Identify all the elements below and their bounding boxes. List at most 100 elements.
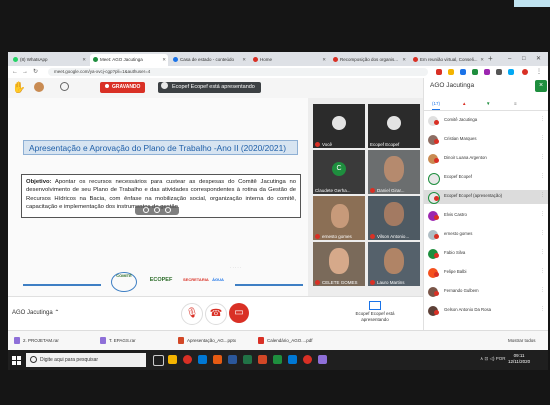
app-icon[interactable] [273, 355, 282, 364]
tab-download[interactable]: ▼ [486, 99, 490, 109]
show-all-downloads[interactable]: Mostrar todos [508, 335, 536, 347]
more-icon[interactable]: ⋮ [540, 287, 545, 293]
more-icon[interactable]: ⋮ [540, 154, 545, 160]
mic-off-icon [370, 234, 375, 239]
prev-icon[interactable] [143, 207, 149, 213]
tab-recomposicao[interactable]: Recomposição dos organis... ✕ [330, 54, 408, 66]
tab-participants[interactable]: (17) [432, 99, 441, 110]
maximize-icon[interactable]: □ [522, 54, 526, 64]
list-item[interactable]: Ecopef Ecopef ⋮ [424, 171, 548, 185]
more-icon[interactable]: ⋮ [540, 306, 545, 312]
more-icon[interactable]: ⋮ [540, 192, 545, 198]
info-icon[interactable] [60, 82, 69, 91]
close-icon[interactable]: ✕ [82, 54, 86, 66]
file-explorer-icon[interactable] [168, 355, 177, 364]
list-item[interactable]: Comitê Jacutinga ⋮ [424, 114, 548, 128]
download-item[interactable]: Apresentação_AG...pptx [178, 335, 236, 347]
app-icon[interactable] [318, 355, 327, 364]
close-window-icon[interactable]: ✕ [536, 54, 541, 64]
app-icon[interactable] [288, 355, 297, 364]
powerpoint-icon[interactable] [258, 355, 267, 364]
edge-icon[interactable] [198, 355, 207, 364]
more-icon[interactable]: ⋮ [540, 211, 545, 217]
slide-controls[interactable] [135, 206, 179, 215]
list-item[interactable]: Dinoir Luana Argenton ⋮ [424, 152, 548, 166]
menu-icon[interactable]: ⋮ [536, 67, 542, 77]
video-tile-ecopef[interactable]: Ecopef Ecopef [368, 104, 420, 148]
mic-off-icon [434, 253, 439, 258]
word-icon[interactable] [228, 355, 237, 364]
video-tile-you[interactable]: Você [313, 104, 365, 148]
extension-icon[interactable] [460, 69, 466, 75]
list-item[interactable]: Fernando Gulbem ⋮ [424, 285, 548, 299]
list-item[interactable]: Cristian Marques ⋮ [424, 133, 548, 147]
list-item[interactable]: Felipe Balbi ⋮ [424, 266, 548, 280]
list-item[interactable]: Gelson Antonio Da Rosa ⋮ [424, 304, 548, 318]
extension-icon[interactable] [508, 69, 514, 75]
tab-chat[interactable]: ≡ [514, 99, 517, 109]
taskbar-search[interactable]: Digite aqui para pesquisar [26, 353, 146, 367]
more-icon[interactable]: ⋮ [540, 268, 545, 274]
download-item[interactable]: T. EPAGS.rar [100, 335, 136, 347]
meeting-name[interactable]: AGO Jacutinga ⌃ [12, 309, 59, 316]
list-item[interactable]: Fabio Silva ⋮ [424, 247, 548, 261]
new-tab-button[interactable]: + [488, 54, 493, 64]
close-icon[interactable]: ✕ [322, 54, 326, 66]
mic-button[interactable]: 🎙 [181, 303, 203, 325]
forward-icon[interactable]: → [22, 67, 28, 77]
more-icon[interactable]: ⋮ [540, 135, 545, 141]
url-field[interactable]: meet.google.com/ya-xvcj-cgp?pli=1&authus… [48, 68, 428, 76]
tab-casa-estado[interactable]: Casa de estado - conteúdo ✕ [170, 54, 248, 66]
more-icon[interactable]: ⋮ [540, 173, 545, 179]
presented-slide: Apresentação e Aprovação do Plano de Tra… [8, 98, 308, 296]
firefox-icon[interactable] [213, 355, 222, 364]
video-tile-celete[interactable]: CELETE GOMES [313, 242, 365, 286]
reload-icon[interactable]: ↻ [33, 67, 38, 77]
more-icon[interactable]: ⋮ [540, 249, 545, 255]
extension-icon[interactable] [448, 69, 454, 75]
tab-whatsapp[interactable]: (8) WhatsApp ✕ [10, 54, 88, 66]
extension-icon[interactable] [496, 69, 502, 75]
video-tile-ernesto[interactable]: ernesto gomes [313, 196, 365, 240]
camera-button[interactable]: ▭ [229, 303, 249, 323]
close-icon[interactable]: ✕ [402, 54, 406, 66]
download-item[interactable]: 2. PROJETAM.rar [14, 335, 59, 347]
chrome-icon[interactable] [183, 355, 192, 364]
app-icon[interactable] [303, 355, 312, 364]
close-panel-button[interactable]: × [535, 80, 547, 92]
minimize-icon[interactable]: – [508, 54, 511, 64]
video-tile-daniel[interactable]: Daniel Girar... [368, 150, 420, 194]
close-icon[interactable]: ✕ [480, 54, 484, 66]
extension-icon[interactable] [472, 69, 478, 75]
tab-reuniao[interactable]: Em reunião virtual, Conseli... ✕ [410, 54, 486, 66]
system-tray[interactable]: ∧ ⊡ ◁) POR [480, 356, 506, 362]
extension-icon[interactable] [436, 69, 442, 75]
video-tile-claudete[interactable]: C Claudete Gerha... [313, 150, 365, 194]
windows-start-icon[interactable] [12, 356, 21, 365]
tab-meet[interactable]: Meet: AGO Jacutinga ✕ [90, 54, 168, 66]
profile-avatar[interactable] [522, 69, 528, 75]
list-item[interactable]: ernesto gomes ⋮ [424, 228, 548, 242]
mic-off-icon [434, 120, 439, 125]
video-tile-lauro[interactable]: Lauro Martins [368, 242, 420, 286]
extension-icon[interactable] [484, 69, 490, 75]
more-icon[interactable]: ⋮ [540, 116, 545, 122]
video-tile-vilson[interactable]: Vilson Antonio... [368, 196, 420, 240]
close-icon[interactable]: ✕ [242, 54, 246, 66]
next-icon[interactable] [165, 207, 171, 213]
more-icon[interactable]: ⋮ [540, 230, 545, 236]
leave-call-button[interactable]: ☎ [205, 303, 227, 325]
task-view-icon[interactable] [153, 355, 164, 366]
list-item[interactable]: Ecopef Ecopef (apresentação) ⋮ [424, 190, 548, 204]
back-icon[interactable]: ← [12, 67, 18, 77]
close-icon[interactable]: ✕ [162, 54, 166, 66]
raise-hand-icon[interactable]: ✋ [12, 81, 26, 95]
clock[interactable]: 09:11 12/11/2020 [508, 353, 530, 365]
download-item[interactable]: Calendário_AGO....pdf [258, 335, 313, 347]
tab-home[interactable]: Home ✕ [250, 54, 328, 66]
tab-upload[interactable]: ▲ [462, 99, 466, 109]
list-item[interactable]: Elvis Castro ⋮ [424, 209, 548, 223]
excel-icon[interactable] [243, 355, 252, 364]
presenting-indicator[interactable]: Ecopef Ecopef está apresentando [350, 301, 400, 327]
pause-icon[interactable] [154, 207, 160, 213]
